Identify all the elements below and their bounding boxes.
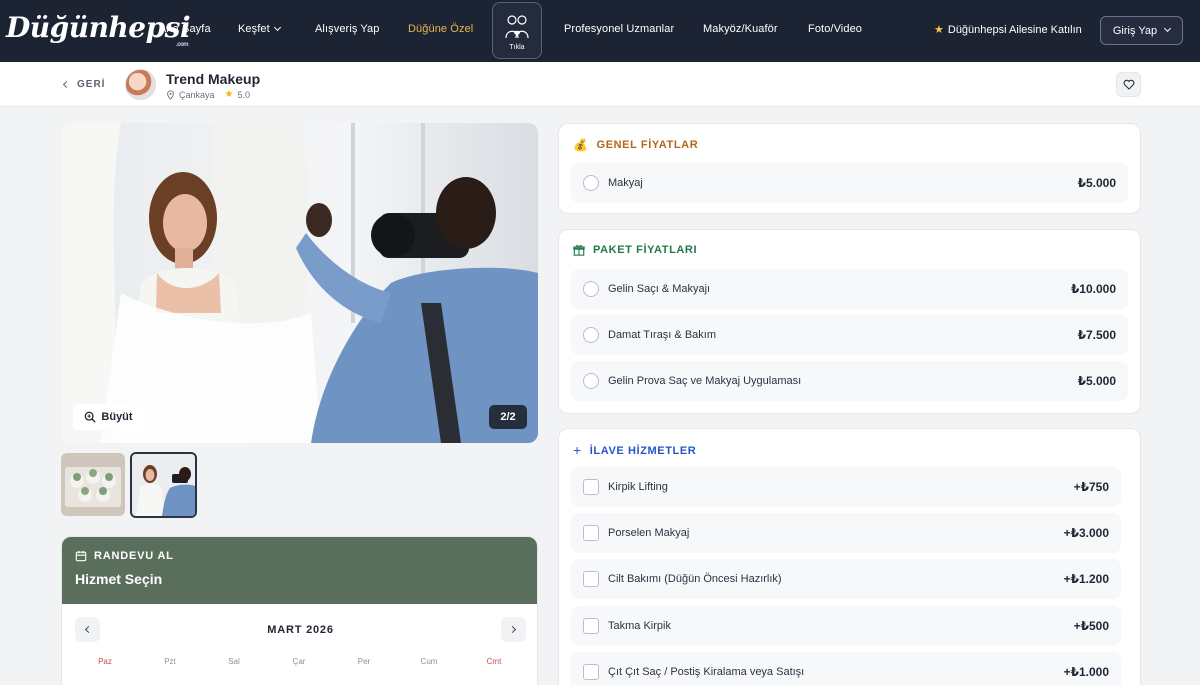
package-prices-title: PAKET FİYATLARI	[573, 244, 697, 256]
chevron-right-icon	[508, 625, 517, 634]
option-label: Porselen Makyaj	[608, 527, 690, 539]
nav-home[interactable]: Ana Sayfa	[159, 23, 211, 35]
tikla-label: Tıkla	[509, 44, 525, 51]
option-label: Gelin Saçı & Makyajı	[608, 283, 711, 295]
checkbox[interactable]	[583, 525, 599, 541]
main-photo[interactable]	[61, 123, 538, 443]
nav-explore[interactable]: Keşfet	[238, 23, 281, 35]
nav-shopping[interactable]: Alışveriş Yap	[315, 23, 379, 35]
package-option[interactable]: Damat Tıraşı & Bakım ₺7.500	[571, 315, 1128, 355]
vendor-meta: Çankaya ★ 5.0	[166, 89, 250, 100]
price-option[interactable]: Makyaj ₺5.000	[571, 163, 1128, 203]
back-button[interactable]: GERİ	[62, 79, 105, 90]
package-prices-card: PAKET FİYATLARI Gelin Saçı & Makyajı ₺10…	[558, 229, 1141, 414]
option-price: +₺500	[1073, 619, 1109, 633]
radio-button[interactable]	[583, 175, 599, 191]
weekday-label: Pzt	[164, 657, 176, 666]
nav-makeup-hair[interactable]: Makyöz/Kuaför	[703, 23, 778, 35]
chevron-left-icon	[62, 80, 71, 89]
heart-icon	[1123, 79, 1134, 90]
star-icon: ★	[224, 89, 234, 100]
star-icon: ★	[934, 24, 944, 36]
thumbnail-2[interactable]	[130, 452, 197, 518]
extra-services-card: + İLAVE HİZMETLER Kirpik Lifting +₺750 P…	[558, 428, 1141, 685]
extra-option[interactable]: Kirpik Lifting +₺750	[571, 467, 1121, 507]
booking-title: Hizmet Seçin	[75, 571, 163, 587]
nav-wedding-special[interactable]: Düğüne Özel	[408, 23, 473, 35]
radio-button[interactable]	[583, 327, 599, 343]
option-price: +₺3.000	[1063, 526, 1109, 540]
gift-icon	[573, 245, 585, 256]
option-price: +₺1.000	[1063, 665, 1109, 679]
couple-promo-button[interactable]: Tıkla	[492, 2, 542, 59]
radio-button[interactable]	[583, 281, 599, 297]
booking-card: RANDEVU AL Hizmet Seçin MART 2026 Paz Pz…	[61, 536, 538, 685]
favorite-button[interactable]	[1116, 72, 1141, 97]
radio-button[interactable]	[583, 373, 599, 389]
thumbnail-image	[132, 454, 195, 516]
extra-option[interactable]: Çıt Çıt Saç / Postiş Kiralama veya Satış…	[571, 652, 1121, 685]
option-price: ₺10.000	[1070, 282, 1116, 296]
option-price: +₺1.200	[1063, 572, 1109, 586]
option-price: +₺750	[1073, 480, 1109, 494]
vendor-subheader: GERİ Trend Makeup Çankaya ★ 5.0	[0, 62, 1200, 107]
general-prices-card: 💰 GENEL FİYATLAR Makyaj ₺5.000	[558, 123, 1141, 214]
chevron-down-icon	[1164, 24, 1172, 33]
booking-caption: RANDEVU AL	[94, 550, 174, 562]
top-navbar: Düğünhepsi .com Ana Sayfa Keşfet Alışveri…	[0, 0, 1200, 62]
package-option[interactable]: Gelin Prova Saç ve Makyaj Uygulaması ₺5.…	[571, 361, 1128, 401]
weekday-label: Cum	[420, 657, 438, 666]
next-month-button[interactable]	[501, 617, 526, 642]
checkbox[interactable]	[583, 479, 599, 495]
weekday-label: Per	[357, 657, 371, 666]
nav-professionals[interactable]: Profesyonel Uzmanlar	[564, 23, 674, 35]
zoom-in-icon	[85, 411, 97, 423]
join-family-link[interactable]: ★ Düğünhepsi Ailesine Katılın	[934, 23, 1082, 36]
photo-counter: 2/2	[489, 405, 527, 429]
checkbox[interactable]	[583, 664, 599, 680]
couple-heart-icon	[505, 15, 529, 39]
login-button[interactable]: Giriş Yap	[1100, 16, 1183, 45]
option-label: Cilt Bakımı (Düğün Öncesi Hazırlık)	[608, 573, 782, 585]
extra-services-title: + İLAVE HİZMETLER	[573, 442, 697, 458]
option-price: ₺5.000	[1077, 374, 1116, 388]
option-label: Çıt Çıt Saç / Postiş Kiralama veya Satış…	[608, 666, 805, 678]
option-label: Makyaj	[608, 177, 643, 189]
chevron-down-icon	[273, 23, 281, 32]
option-label: Damat Tıraşı & Bakım	[608, 329, 716, 341]
photo-illustration	[61, 123, 538, 443]
extra-option[interactable]: Cilt Bakımı (Düğün Öncesi Hazırlık) +₺1.…	[571, 559, 1121, 599]
option-label: Takma Kirpik	[608, 620, 671, 632]
thumbnail-image	[61, 453, 125, 516]
location-pin-icon	[167, 89, 174, 100]
zoom-button[interactable]: Büyüt	[73, 404, 144, 430]
weekday-label: Çar	[292, 657, 306, 666]
checkbox[interactable]	[583, 571, 599, 587]
vendor-rating: 5.0	[237, 89, 251, 100]
thumbnail-1[interactable]	[61, 453, 125, 516]
weekday-label: Sal	[228, 657, 240, 666]
package-option[interactable]: Gelin Saçı & Makyajı ₺10.000	[571, 269, 1128, 309]
option-label: Gelin Prova Saç ve Makyaj Uygulaması	[608, 375, 802, 387]
vendor-name: Trend Makeup	[166, 71, 261, 87]
vendor-avatar	[125, 69, 156, 100]
option-label: Kirpik Lifting	[608, 481, 668, 493]
option-price: ₺5.000	[1077, 176, 1116, 190]
extra-option[interactable]: Porselen Makyaj +₺3.000	[571, 513, 1121, 553]
vendor-location: Çankaya	[179, 89, 215, 100]
nav-photo-video[interactable]: Foto/Video	[808, 23, 862, 35]
calendar-icon	[75, 550, 87, 562]
option-price: ₺7.500	[1077, 328, 1116, 342]
weekday-label: Paz	[98, 657, 112, 666]
extra-option[interactable]: Takma Kirpik +₺500	[571, 606, 1121, 646]
general-prices-title: 💰 GENEL FİYATLAR	[573, 138, 699, 152]
checkbox[interactable]	[583, 618, 599, 634]
plus-icon: +	[573, 442, 582, 458]
booking-header: RANDEVU AL Hizmet Seçin	[62, 537, 537, 604]
calendar-month: MART 2026	[267, 624, 334, 636]
weekday-label: Cmt	[486, 657, 502, 666]
money-bag-icon: 💰	[573, 138, 589, 152]
